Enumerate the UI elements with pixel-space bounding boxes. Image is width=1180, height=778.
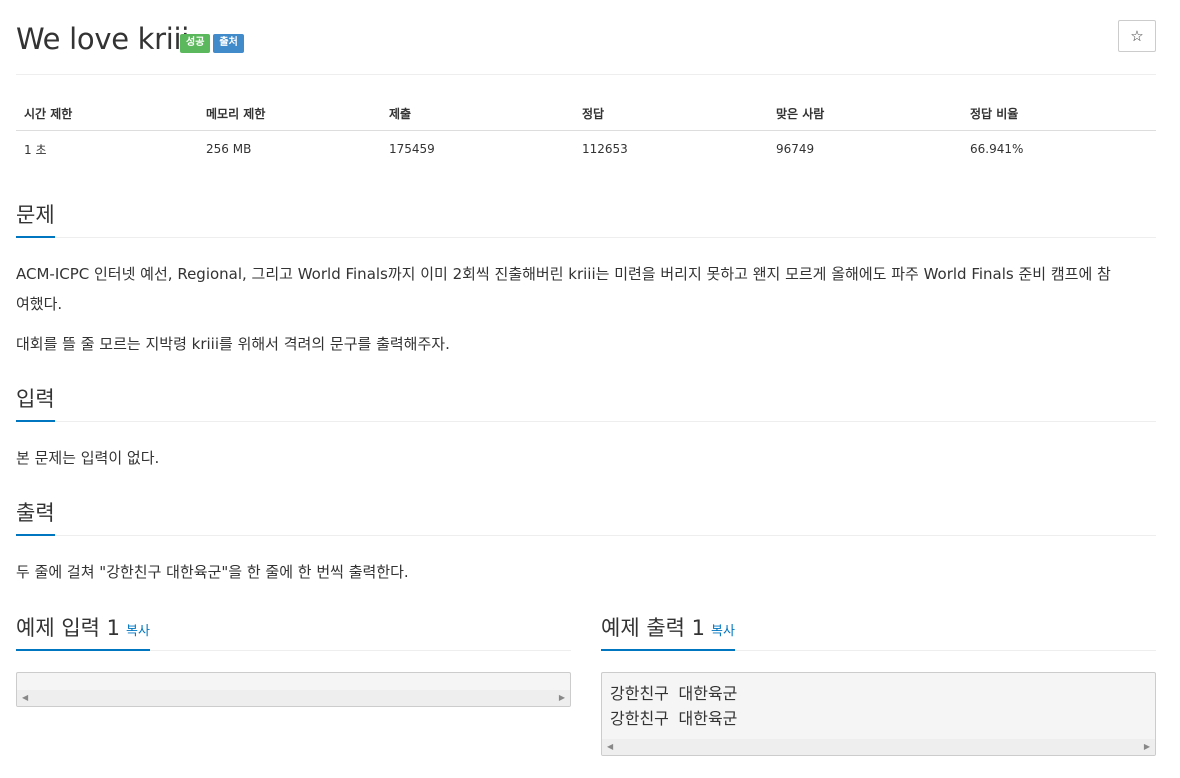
scroll-right-icon[interactable]: ▶	[559, 690, 565, 706]
sample-output-content: 강한친구 대한육군 강한친구 대한육군	[610, 684, 738, 728]
header-accept-rate: 정답 비율	[962, 96, 1156, 131]
description-line-1: ACM-ICPC 인터넷 예선, Regional, 그리고 World Fin…	[16, 265, 1111, 283]
input-heading: 입력	[16, 383, 55, 422]
sample-output-scrollbar[interactable]: ◀ ▶	[602, 739, 1155, 755]
star-icon: ☆	[1130, 27, 1144, 45]
memory-limit-value: 256 MB	[206, 142, 252, 156]
description-line-2: 여했다.	[16, 295, 63, 313]
success-badge[interactable]: 성공	[180, 34, 211, 53]
scroll-left-icon[interactable]: ◀	[607, 739, 613, 755]
sample-input-content	[17, 673, 570, 681]
header-submissions: 제출	[381, 96, 574, 131]
accept-rate-value: 66.941%	[970, 142, 1024, 156]
copy-sample-input-button[interactable]: 복사	[126, 624, 150, 639]
description-paragraph-2: 대회를 뜰 줄 모르는 지박령 kriii를 위해서 격려의 문구를 출력해주자…	[16, 335, 450, 353]
output-heading-text: 출력	[16, 501, 55, 525]
accepted-value[interactable]: 112653	[574, 131, 768, 168]
copy-sample-output-button[interactable]: 복사	[711, 624, 735, 639]
output-heading: 출력	[16, 497, 55, 536]
problem-header: We love kriii 성공 출처 ☆	[16, 20, 1156, 75]
source-badge[interactable]: 출처	[213, 34, 244, 53]
output-section-header: 출력	[16, 496, 1156, 536]
scroll-left-icon[interactable]: ◀	[22, 690, 28, 706]
description-paragraph-1: ACM-ICPC 인터넷 예선, Regional, 그리고 World Fin…	[16, 259, 1156, 319]
sample-input-scrollbar[interactable]: ◀ ▶	[17, 690, 570, 706]
submissions-value[interactable]: 175459	[381, 131, 574, 168]
sample-output-title: 예제 출력 1	[601, 616, 705, 640]
header-accepted: 정답	[574, 96, 768, 131]
problem-title: We love kriii	[16, 22, 190, 56]
solved-users-value[interactable]: 96749	[768, 131, 962, 168]
sample-input-heading: 예제 입력 1 복사	[16, 612, 150, 651]
header-time-limit: 시간 제한	[16, 96, 198, 131]
header-memory-limit: 메모리 제한	[198, 96, 381, 131]
sample-input-title: 예제 입력 1	[16, 616, 120, 640]
input-text: 본 문제는 입력이 없다.	[16, 449, 160, 467]
sample-output-header: 예제 출력 1 복사	[601, 611, 1156, 651]
badge-group: 성공 출처	[180, 34, 244, 53]
scroll-right-icon[interactable]: ▶	[1144, 739, 1150, 755]
header-solved-users: 맞은 사람	[768, 96, 962, 131]
description-section-header: 문제	[16, 198, 1156, 238]
sample-input-box[interactable]: ◀ ▶	[16, 672, 571, 707]
time-limit-value: 1 초	[24, 142, 47, 157]
input-section-header: 입력	[16, 382, 1156, 422]
description-heading: 문제	[16, 199, 55, 238]
sample-output-box[interactable]: 강한친구 대한육군 강한친구 대한육군 ◀ ▶	[601, 672, 1156, 756]
output-text: 두 줄에 걸쳐 "강한친구 대한육군"을 한 줄에 한 번씩 출력한다.	[16, 563, 409, 581]
sample-output-heading: 예제 출력 1 복사	[601, 612, 735, 651]
sample-input-header: 예제 입력 1 복사	[16, 611, 571, 651]
favorite-button[interactable]: ☆	[1118, 20, 1156, 52]
problem-info-table: 시간 제한 메모리 제한 제출 정답 맞은 사람 정답 비율 1 초 256 M…	[16, 96, 1156, 167]
table-row: 1 초 256 MB 175459 112653 96749 66.941%	[16, 131, 1156, 168]
